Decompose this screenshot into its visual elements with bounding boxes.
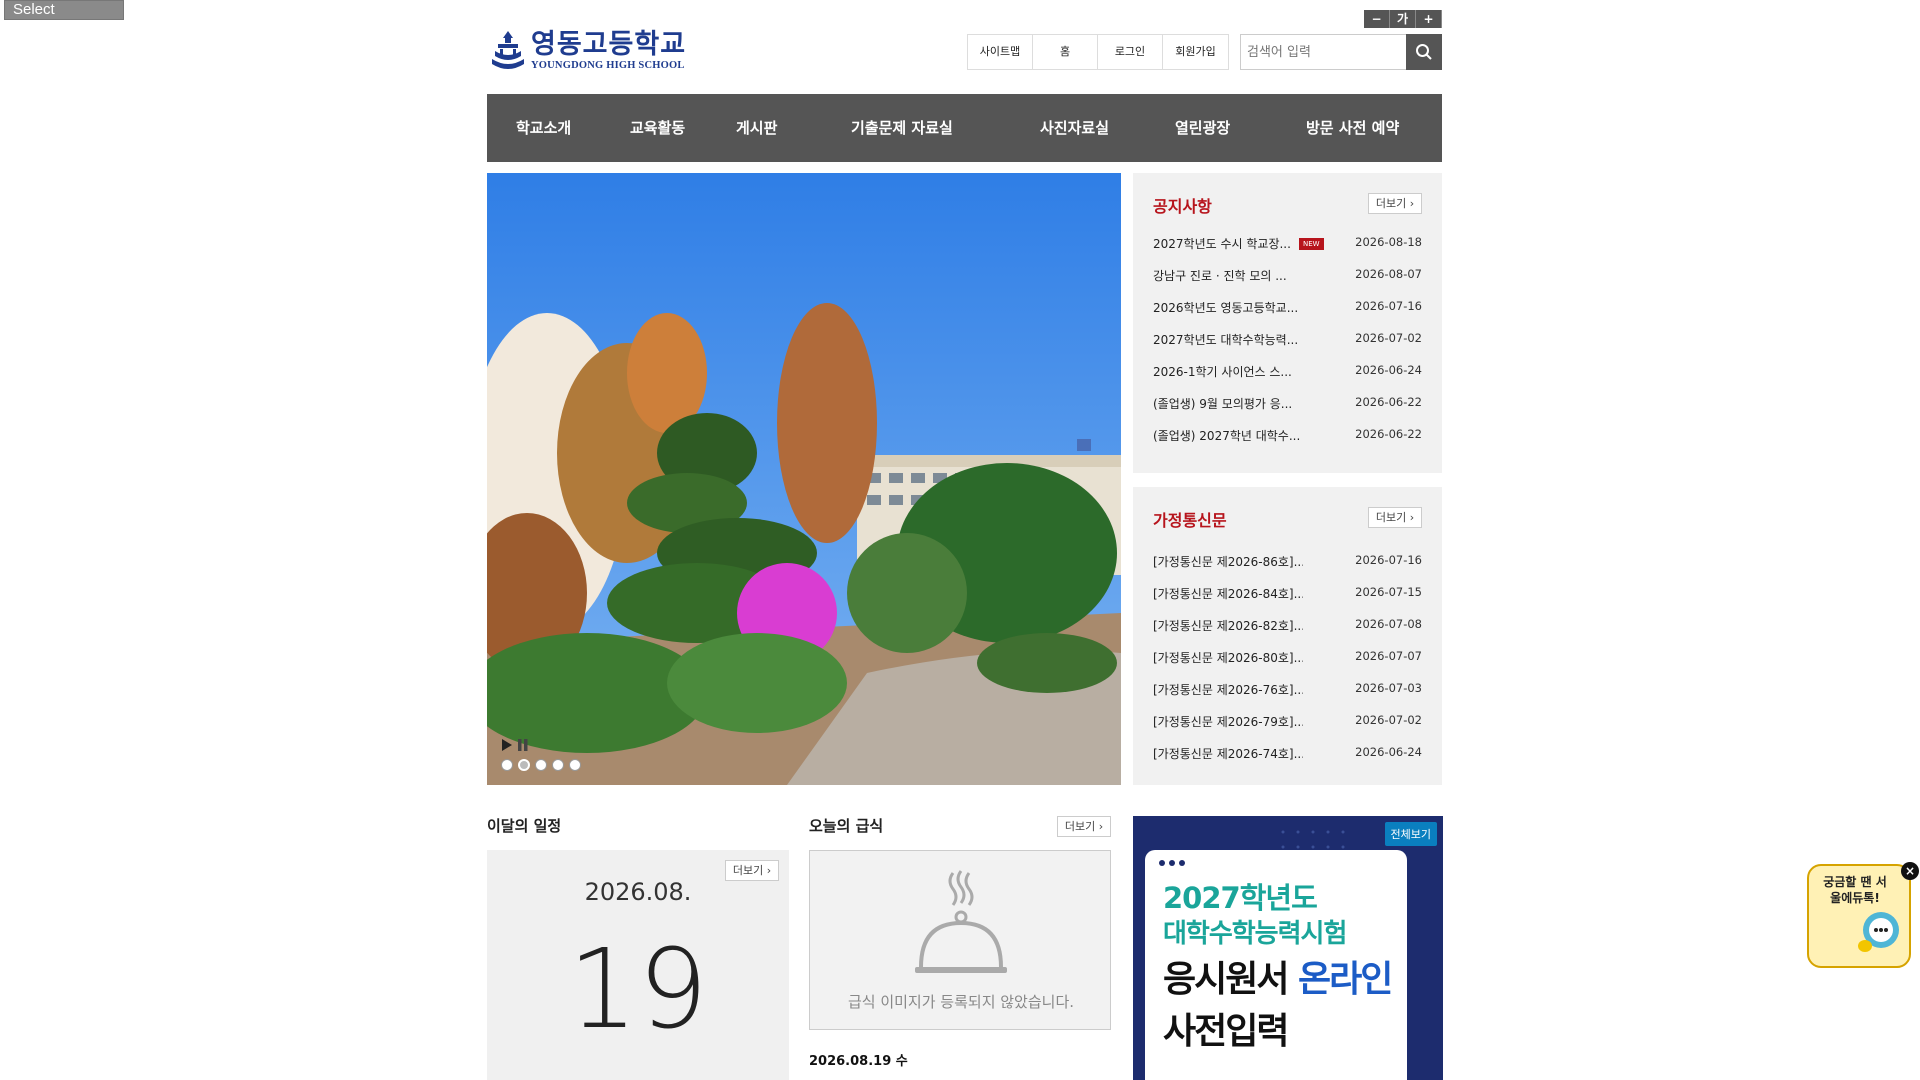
newsletter-item[interactable]: [가정통신문 제2026-76호]... 2026-07-03 [1153,681,1422,713]
search-button[interactable] [1406,34,1442,70]
nav-board[interactable]: 게시판 [736,94,777,162]
slide-dot[interactable] [501,759,513,771]
campus-photo [487,173,1121,785]
notice-list: 2027학년도 수시 학교장... NEW 2026-08-18 강남구 진로 · … [1153,235,1422,459]
newsletter-item[interactable]: [가정통신문 제2026-80호]... 2026-07-07 [1153,649,1422,681]
notice-item[interactable]: 2026학년도 영동고등학교... 2026-07-16 [1153,299,1422,331]
school-emblem-icon [492,31,524,69]
nav-visit-reservation[interactable]: 방문 사전 예약 [1306,94,1399,162]
logo-text: 영동고등학교 YOUNGDONG HIGH SCHOOL [531,30,686,72]
newsletter-item[interactable]: [가정통신문 제2026-82호]... 2026-07-08 [1153,617,1422,649]
nav-past-exams[interactable]: 기출문제 자료실 [851,94,953,162]
slideshow-controls [501,739,529,751]
search-input[interactable] [1240,34,1406,70]
meal-title: 오늘의 급식 [809,817,884,835]
login-link[interactable]: 로그인 [1098,35,1163,69]
meal-no-image-text: 급식 이미지가 등록되지 않았습니다. [847,993,1075,1011]
notice-item[interactable]: 2026-1학기 사이언스 스... 2026-06-24 [1153,363,1422,395]
new-badge: NEW [1299,237,1324,250]
nav-open-forum[interactable]: 열린광장 [1175,94,1230,162]
home-link[interactable]: 홈 [1033,35,1098,69]
signup-link[interactable]: 회원가입 [1163,35,1228,69]
school-logo[interactable]: 영동고등학교 YOUNGDONG HIGH SCHOOL [489,28,699,74]
sitemap-link[interactable]: 사이트맵 [968,35,1033,69]
newsletter-item[interactable]: [가정통신문 제2026-84호]... 2026-07-15 [1153,585,1422,617]
banner-line-4: 사전입력 [1163,1011,1289,1052]
nav-education[interactable]: 교육활동 [630,94,685,162]
hero-slideshow[interactable] [487,173,1121,785]
meal-image-placeholder: 급식 이미지가 등록되지 않았습니다. [809,850,1111,1030]
font-reset-button[interactable]: 가 [1390,10,1416,28]
banner-line-1: 2027학년도 [1163,881,1318,915]
meal-date: 2026.08.19 수 [809,1054,908,1069]
slide-indicators [501,759,581,771]
notice-title: 공지사항 [1153,197,1212,216]
notice-more-button[interactable]: 더보기 › [1368,193,1422,214]
play-icon[interactable] [501,739,513,751]
nav-school-intro[interactable]: 학교소개 [516,94,571,162]
calendar-month: 2026.08. [584,878,692,906]
search-bar [1240,34,1442,70]
notice-item[interactable]: 강남구 진로 · 진학 모의 ... 2026-08-07 [1153,267,1422,299]
slide-dot[interactable] [535,759,547,771]
chat-mascot-icon [1858,912,1899,952]
logo-english-name: YOUNGDONG HIGH SCHOOL [531,60,685,71]
slide-dot[interactable] [552,759,564,771]
newsletter-item[interactable]: [가정통신문 제2026-74호]... 2026-06-24 [1153,745,1422,777]
select-language-button[interactable]: Select Language [4,0,124,36]
main-navigation: 학교소개 교육활동 게시판 기출문제 자료실 사진자료실 열린광장 방문 사전 … [487,94,1442,162]
notice-item[interactable]: (졸업생) 2027학년 대학수... 2026-06-22 [1153,427,1422,459]
dots-icon [1159,860,1185,866]
newsletter-title: 가정통신문 [1153,511,1227,530]
notice-box: 공지사항 더보기 › 2027학년도 수시 학교장... NEW 2026-08-1… [1133,173,1442,473]
font-size-controls: − 가 + [1364,10,1442,28]
calendar-day: 19 [568,925,708,1053]
notice-item[interactable]: (졸업생) 9월 모의평가 응... 2026-06-22 [1153,395,1422,427]
view-all-button[interactable]: 전체보기 [1384,822,1437,846]
chat-widget-text: 궁금할 땐 서울에듀톡! [1823,875,1887,905]
slide-dot-active[interactable] [518,759,530,771]
slide-dot[interactable] [569,759,581,771]
edu-talk-chat-widget[interactable]: × 궁금할 땐 서울에듀톡! [1807,862,1919,968]
banner-line-3: 응시원서 온라인 [1163,959,1393,1000]
newsletter-item[interactable]: [가정통신문 제2026-86호]... 2026-07-16 [1153,553,1422,585]
nav-photo-gallery[interactable]: 사진자료실 [1040,94,1109,162]
newsletter-list: [가정통신문 제2026-86호]... 2026-07-16 [가정통신문 제2… [1153,553,1422,777]
utility-links: 사이트맵 홈 로그인 회원가입 [967,34,1229,70]
close-icon[interactable]: × [1901,862,1919,880]
csat-banner[interactable]: 전체보기 2027학년도 대학수학능력시험 응시원서 온라인 사전입력 [1133,816,1443,1080]
schedule-calendar: 더보기 › 2026.08. 19 [487,850,789,1080]
banner-line-2: 대학수학능력시험 [1163,919,1347,949]
notice-item[interactable]: 2027학년도 수시 학교장... NEW 2026-08-18 [1153,235,1422,267]
search-icon [1416,44,1432,60]
banner-card: 2027학년도 대학수학능력시험 응시원서 온라인 사전입력 [1145,850,1407,1080]
notice-item[interactable]: 2027학년도 대학수학능력... 2026-07-02 [1153,331,1422,363]
food-cloche-icon [915,870,1007,973]
schedule-title: 이달의 일정 [487,817,562,835]
pause-icon[interactable] [517,739,529,751]
newsletter-box: 가정통신문 더보기 › [가정통신문 제2026-86호]... 2026-07-… [1133,487,1442,785]
font-decrease-button[interactable]: − [1364,10,1390,28]
font-increase-button[interactable]: + [1416,10,1442,28]
newsletter-more-button[interactable]: 더보기 › [1368,507,1422,528]
newsletter-item[interactable]: [가정통신문 제2026-79호]... 2026-07-02 [1153,713,1422,745]
meal-more-button[interactable]: 더보기 › [1057,816,1111,837]
logo-korean-name: 영동고등학교 [531,29,687,60]
